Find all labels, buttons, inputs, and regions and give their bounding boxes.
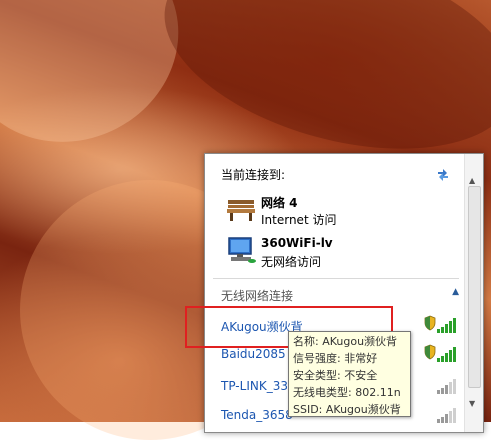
signal-strength-icon [437,347,456,362]
tooltip-security-line: 安全类型: 不安全 [293,369,378,382]
network-name[interactable]: TP-LINK_33 [221,379,288,393]
connection-item: 360WiFi-lv 无网络访问 [225,234,465,269]
signal-strength-icon [437,379,456,394]
signal-strength-icon [437,318,456,333]
bench-network-icon [227,200,255,221]
connection-name: 网络 4 [261,196,298,210]
scroll-down-icon[interactable]: ▼ [469,399,475,408]
security-shield-icon [424,344,436,360]
scrollbar[interactable]: ▲ ▼ [464,154,483,432]
connection-item: 网络 4 Internet 访问 [225,192,465,227]
security-shield-icon [424,315,436,331]
connection-status: Internet 访问 [261,213,337,227]
network-name[interactable]: Tenda_3658 [221,408,293,422]
computer-network-icon [228,237,256,263]
tooltip-name-line: 名称: AKugou濒伙背 [293,335,398,348]
currently-connected-header: 当前连接到: [221,168,286,182]
connection-status: 无网络访问 [261,255,322,269]
wireless-section-header[interactable]: 无线网络连接 ▲ [213,278,459,303]
network-name[interactable]: Baidu2085 [221,347,286,361]
connection-name: 360WiFi-lv [261,236,333,250]
collapse-chevron-icon[interactable]: ▲ [452,287,459,297]
tooltip-signal-line: 信号强度: 非常好 [293,352,378,365]
tooltip-ssid-line: SSID: AKugou濒伙背 [293,403,401,416]
refresh-icon[interactable] [435,166,451,182]
scroll-up-icon[interactable]: ▲ [469,176,475,185]
scrollbar-thumb[interactable] [468,186,481,388]
wireless-section-label: 无线网络连接 [221,289,294,303]
tooltip-radio-line: 无线电类型: 802.11n [293,386,401,399]
signal-strength-icon [437,408,456,423]
network-tooltip: 名称: AKugou濒伙背 信号强度: 非常好 安全类型: 不安全 无线电类型:… [288,331,411,417]
